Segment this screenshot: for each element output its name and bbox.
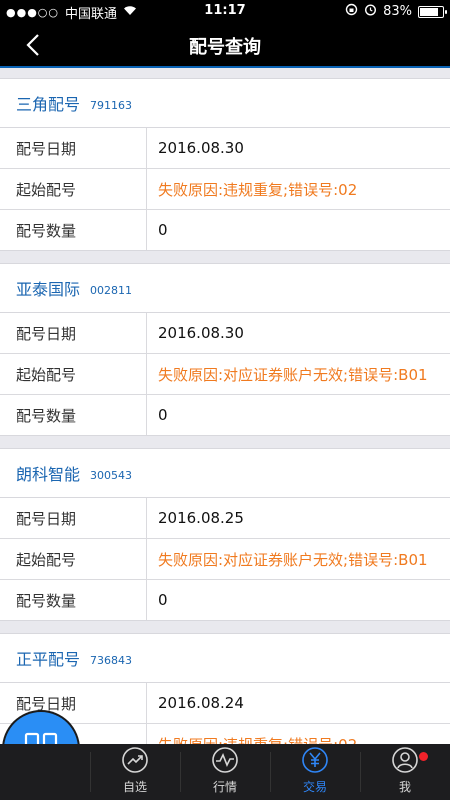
pulse-icon [212,747,238,773]
record-card: 亚泰国际 002811 配号日期 2016.08.30 起始配号 失败原因:对应证券账户无… [0,263,450,436]
table-row: 配号数量 0 [0,580,450,620]
tab-watchlist[interactable]: 自选 [90,744,180,800]
row-label: 配号数量 [16,591,77,610]
row-value: 0 [158,406,168,424]
tab-label: 行情 [212,780,237,794]
status-right: 83% [345,3,447,20]
table-row: 起始配号 失败原因:对应证券账户无效;错误号:B01 [0,539,450,580]
tab-me[interactable]: 我 [360,744,450,800]
column-divider [146,724,147,744]
stock-code: 002811 [90,283,133,297]
record-list[interactable]: 三角配号 791163 配号日期 2016.08.30 起始配号 失败原因:违规重复;错误… [0,68,450,744]
column-divider [146,580,147,620]
row-value: 0 [158,221,168,239]
row-label: 配号数量 [16,221,77,240]
rotation-lock-icon [345,3,358,20]
column-divider [146,354,147,394]
record-card: 三角配号 791163 配号日期 2016.08.30 起始配号 失败原因:违规重复;错误… [0,78,450,251]
stock-code: 791163 [90,98,133,112]
record-card: 朗科智能 300543 配号日期 2016.08.25 起始配号 失败原因:对应证券账户无… [0,448,450,621]
table-row: 配号日期 2016.08.30 [0,313,450,354]
error-value: 失败原因:违规重复;错误号:02 [158,734,442,745]
row-value: 0 [158,591,168,609]
row-label: 配号日期 [16,694,77,713]
yuan-icon [302,747,328,773]
column-divider [146,498,147,538]
tab-trade[interactable]: 交易 [270,744,360,800]
column-divider [146,210,147,250]
bottom-tab-bar: 自选 行情 交易 我 [0,744,450,800]
notification-badge [419,752,428,761]
column-divider [146,683,147,723]
column-divider [146,395,147,435]
tab-label: 我 [398,780,411,794]
row-value: 2016.08.30 [158,324,244,342]
stock-code: 736843 [90,653,133,667]
column-divider [146,128,147,168]
alarm-icon [364,3,377,20]
stock-code: 300543 [90,468,133,482]
table-row: 起始配号 失败原因:对应证券账户无效;错误号:B01 [0,354,450,395]
row-label: 配号数量 [16,406,77,425]
table-row: 起始配号 失败原因:违规重复;错误号:02 [0,169,450,210]
row-label: 起始配号 [16,550,77,569]
row-label: 配号日期 [16,139,77,158]
table-row: 配号数量 0 [0,395,450,435]
stock-name: 三角配号 [16,95,81,114]
record-header: 亚泰国际 002811 [0,264,450,313]
row-value: 2016.08.25 [158,509,244,527]
column-divider [146,539,147,579]
column-divider [146,169,147,209]
page-title: 配号查询 [189,37,261,58]
tab-market[interactable]: 行情 [180,744,270,800]
row-label: 配号日期 [16,324,77,343]
table-row: 配号日期 2016.08.24 [0,683,450,724]
record-header: 正平配号 736843 [0,634,450,683]
column-divider [146,313,147,353]
table-row: 配号日期 2016.08.30 [0,128,450,169]
battery-icon [418,5,447,18]
error-value: 失败原因:对应证券账户无效;错误号:B01 [158,365,428,384]
status-bar: ●●●○○ 中国联通 11:17 83% [0,0,450,22]
nav-header: 配号查询 [0,22,450,68]
tab-label: 自选 [122,780,147,794]
row-label: 起始配号 [16,180,77,199]
error-value: 失败原因:对应证券账户无效;错误号:B01 [158,550,428,569]
row-value: 2016.08.24 [158,694,244,712]
stock-name: 亚泰国际 [16,280,81,299]
row-value: 2016.08.30 [158,139,244,157]
record-header: 三角配号 791163 [0,79,450,128]
row-label: 起始配号 [16,365,77,384]
trend-up-icon [122,747,148,773]
battery-percent: 83% [383,4,412,19]
record-header: 朗科智能 300543 [0,449,450,498]
table-row: 配号数量 0 [0,210,450,250]
tab-label: 交易 [302,780,327,794]
table-row: 配号日期 2016.08.25 [0,498,450,539]
stock-name: 正平配号 [16,650,81,669]
error-value: 失败原因:违规重复;错误号:02 [158,180,358,199]
user-icon [392,747,418,773]
stock-name: 朗科智能 [16,465,81,484]
battery-fill [420,7,439,16]
row-label: 配号日期 [16,509,77,528]
